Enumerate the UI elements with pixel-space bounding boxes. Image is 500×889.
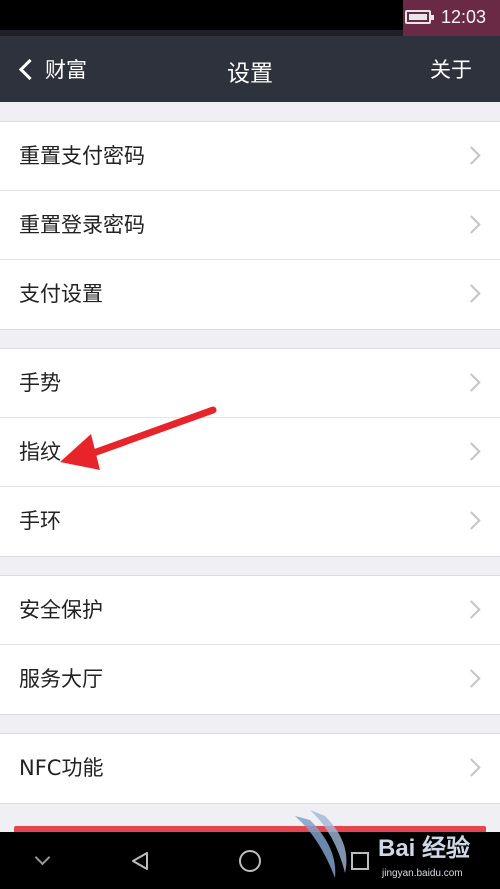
system-home-button[interactable] [220, 832, 280, 889]
chevron-down-icon [34, 849, 50, 866]
triangle-back-icon [132, 851, 148, 870]
system-navigation-bar [0, 832, 500, 889]
system-back-button[interactable] [110, 832, 170, 889]
system-recent-apps-button[interactable] [330, 832, 390, 889]
annotation-arrow-icon [60, 406, 217, 470]
square-recents-icon [351, 851, 369, 870]
hide-navigation-button[interactable] [12, 832, 72, 889]
circle-home-icon [239, 849, 261, 872]
